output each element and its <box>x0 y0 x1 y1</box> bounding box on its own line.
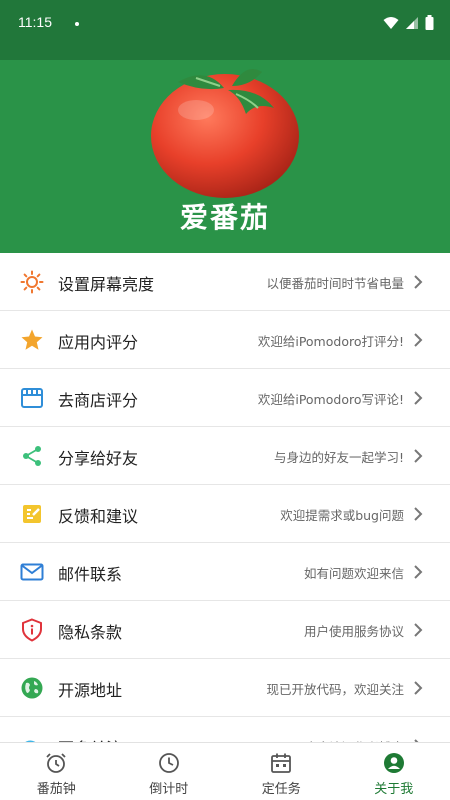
app-title: 爱番茄 <box>179 201 270 234</box>
menu-item-desc: 欢迎给iPomodoro写评论! <box>257 392 404 407</box>
tab-label: 定任务 <box>261 782 301 797</box>
status-icons <box>383 15 434 30</box>
globe-icon <box>21 677 43 699</box>
brightness-icon <box>20 270 44 294</box>
menu-item-share[interactable]: 分享给好友 与身边的好友一起学习! <box>0 427 450 485</box>
menu-item-desc: 以便番茄时间时节省电量 <box>266 276 404 291</box>
menu-item-open-source[interactable]: 开源地址 现已开放代码，欢迎关注 <box>0 659 450 717</box>
battery-icon <box>425 15 434 30</box>
chevron-right-icon <box>414 391 423 405</box>
share-icon <box>23 446 41 466</box>
menu-item-label: 设置屏幕亮度 <box>58 275 155 294</box>
tab-label: 倒计时 <box>149 782 189 797</box>
privacy-shield-icon <box>22 618 42 642</box>
tab-about-me[interactable]: 关于我 <box>338 743 450 800</box>
settings-list: 设置屏幕亮度 以便番茄时间时节省电量 应用内评分 欢迎给iPomodoro打评分… <box>0 253 450 775</box>
menu-item-label: 反馈和建议 <box>58 507 139 526</box>
chevron-right-icon <box>414 449 423 463</box>
chevron-right-icon <box>414 565 423 579</box>
menu-item-desc: 用户使用服务协议 <box>303 624 404 639</box>
chevron-right-icon <box>414 275 423 289</box>
app-header: 爱番茄 <box>0 60 450 253</box>
menu-item-desc: 现已开放代码，欢迎关注 <box>266 682 404 697</box>
user-icon <box>383 753 404 773</box>
chevron-right-icon <box>414 681 423 695</box>
menu-item-desc: 与身边的好友一起学习! <box>273 450 404 465</box>
menu-item-mail[interactable]: 邮件联系 如有问题欢迎来信 <box>0 543 450 601</box>
menu-item-store-rating[interactable]: 去商店评分 欢迎给iPomodoro写评论! <box>0 369 450 427</box>
menu-item-label: 分享给好友 <box>58 449 139 468</box>
tab-countdown[interactable]: 倒计时 <box>113 743 226 800</box>
menu-item-desc: 如有问题欢迎来信 <box>303 566 404 581</box>
chevron-right-icon <box>414 507 423 521</box>
store-icon <box>21 388 43 408</box>
wifi-icon <box>383 16 399 29</box>
clock-icon <box>158 753 179 773</box>
menu-item-desc: 欢迎提需求或bug问题 <box>280 508 404 523</box>
chevron-right-icon <box>414 333 423 347</box>
menu-item-label: 去商店评分 <box>58 391 139 410</box>
mail-icon <box>20 563 44 581</box>
menu-item-brightness[interactable]: 设置屏幕亮度 以便番茄时间时节省电量 <box>0 253 450 311</box>
tab-label: 关于我 <box>374 782 414 797</box>
signal-icon <box>406 16 418 29</box>
feedback-icon <box>23 505 41 523</box>
bottom-tab-bar: 番茄钟 倒计时 定任务 关于我 <box>0 742 450 800</box>
menu-item-in-app-rating[interactable]: 应用内评分 欢迎给iPomodoro打评分! <box>0 311 450 369</box>
tab-pomodoro[interactable]: 番茄钟 <box>0 743 113 800</box>
star-icon <box>21 329 43 350</box>
menu-item-feedback[interactable]: 反馈和建议 欢迎提需求或bug问题 <box>0 485 450 543</box>
menu-item-desc: 欢迎给iPomodoro打评分! <box>257 334 404 349</box>
menu-item-label: 隐私条款 <box>58 623 123 642</box>
status-bar: 11:15 <box>0 0 450 60</box>
alarm-clock-icon <box>46 753 66 773</box>
status-time: 11:15 <box>18 14 52 30</box>
tomato-logo-icon <box>151 69 299 198</box>
chevron-right-icon <box>414 623 423 637</box>
menu-item-label: 应用内评分 <box>58 333 139 352</box>
menu-item-label: 邮件联系 <box>58 565 123 584</box>
menu-item-privacy[interactable]: 隐私条款 用户使用服务协议 <box>0 601 450 659</box>
tab-label: 番茄钟 <box>36 782 76 797</box>
menu-item-label: 开源地址 <box>58 681 123 700</box>
notification-dot-icon <box>75 22 79 26</box>
calendar-icon <box>271 753 292 773</box>
tab-tasks[interactable]: 定任务 <box>225 743 338 800</box>
